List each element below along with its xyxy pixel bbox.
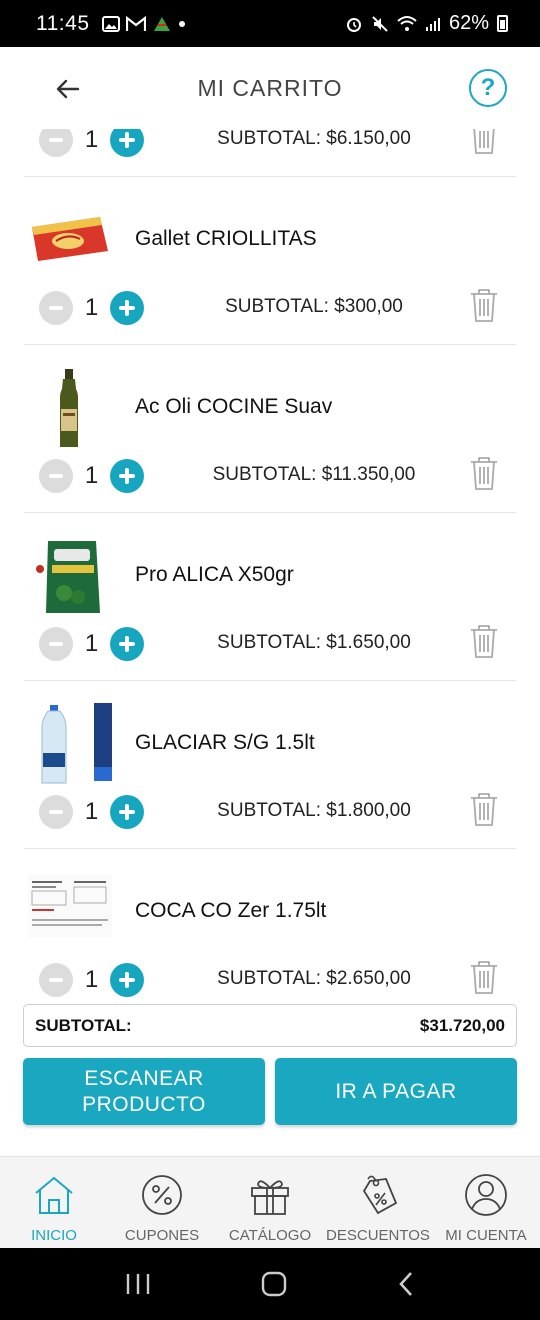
increase-button[interactable] (110, 963, 144, 997)
item-subtotal: SUBTOTAL: $1.650,00 (217, 632, 411, 653)
quantity-stepper: 1 (39, 795, 144, 829)
cart-list[interactable]: 1 SUBTOTAL: $6.150,00 Gallet CRIOLLITAS … (0, 129, 540, 1003)
increase-button[interactable] (110, 627, 144, 661)
go-to-pay-button[interactable]: IR A PAGAR (275, 1058, 517, 1125)
percent-icon (142, 1175, 182, 1215)
decrease-button[interactable] (39, 963, 73, 997)
wifi-icon (397, 15, 417, 31)
cart-item: COCA CO Zer 1.75lt 1 SUBTOTAL: $2.650,00 (24, 849, 516, 1003)
page-title: MI CARRITO (197, 74, 343, 101)
quantity-value: 1 (84, 462, 99, 489)
gift-icon (251, 1180, 289, 1215)
item-subtotal: SUBTOTAL: $2.650,00 (217, 968, 411, 989)
battery-icon (497, 15, 508, 32)
app-logo-icon (153, 16, 170, 31)
product-name: Ac Oli COCINE Suav (135, 395, 333, 418)
notification-icons (101, 15, 186, 33)
product-image (36, 541, 100, 613)
product-name: GLACIAR S/G 1.5lt (135, 731, 315, 754)
item-subtotal: SUBTOTAL: $6.150,00 (217, 129, 411, 149)
item-subtotal: SUBTOTAL: $300,00 (225, 296, 403, 317)
home-button-icon[interactable] (261, 1271, 287, 1297)
trash-icon[interactable] (469, 129, 499, 156)
system-icons: 62% (345, 12, 508, 35)
trash-icon[interactable] (469, 288, 499, 324)
product-image (32, 217, 108, 261)
status-bar: 11:45 62% (0, 0, 540, 47)
back-nav-icon[interactable] (397, 1271, 415, 1297)
product-image (60, 369, 78, 447)
item-subtotal: SUBTOTAL: $11.350,00 (212, 464, 416, 485)
quantity-value: 1 (84, 129, 99, 153)
decrease-button[interactable] (39, 627, 73, 661)
quantity-stepper: 1 (39, 129, 144, 157)
cart-item: 1 SUBTOTAL: $6.150,00 (24, 129, 516, 177)
user-icon (465, 1174, 507, 1216)
trash-icon[interactable] (469, 624, 499, 660)
action-buttons: ESCANEAR PRODUCTO IR A PAGAR (23, 1058, 517, 1125)
back-arrow-icon[interactable] (52, 73, 84, 105)
home-icon (35, 1176, 73, 1214)
trash-icon[interactable] (469, 960, 499, 996)
quantity-value: 1 (84, 966, 99, 993)
cart-subtotal-label: SUBTOTAL: (35, 1015, 132, 1035)
product-name: Gallet CRIOLLITAS (135, 227, 317, 250)
quantity-stepper: 1 (39, 291, 144, 325)
cart-subtotal: SUBTOTAL: $31.720,00 (23, 1004, 517, 1047)
trash-icon[interactable] (469, 792, 499, 828)
nav-label: DESCUENTOS (326, 1227, 430, 1244)
bottom-nav: INICIO CUPONES CATÁLOGO DESCUENTOS MI CU… (0, 1156, 540, 1248)
nav-cupones[interactable]: CUPONES (108, 1157, 216, 1248)
nav-catalogo[interactable]: CATÁLOGO (216, 1157, 324, 1248)
decrease-button[interactable] (39, 291, 73, 325)
cart-subtotal-value: $31.720,00 (419, 1015, 505, 1035)
system-nav-bar (0, 1248, 540, 1320)
battery-percent: 62% (448, 12, 489, 34)
nav-label: MI CUENTA (445, 1227, 527, 1244)
increase-button[interactable] (110, 291, 144, 325)
quantity-value: 1 (84, 294, 99, 321)
scan-product-button[interactable]: ESCANEAR PRODUCTO (23, 1058, 265, 1125)
nav-label: INICIO (31, 1227, 77, 1244)
cart-item: Pro ALICA X50gr 1 SUBTOTAL: $1.650,00 (24, 513, 516, 681)
trash-icon[interactable] (469, 456, 499, 492)
gallery-icon (101, 15, 120, 32)
dot-icon (178, 20, 185, 27)
screen: 11:45 62% MI CARRITO ? 1 SUBTOTAL: $6.15… (0, 0, 540, 1320)
quantity-value: 1 (84, 630, 99, 657)
decrease-button[interactable] (39, 129, 73, 157)
quantity-stepper: 1 (39, 963, 144, 997)
quantity-stepper: 1 (39, 627, 144, 661)
nav-descuentos[interactable]: DESCUENTOS (324, 1157, 432, 1248)
quantity-value: 1 (84, 798, 99, 825)
nav-label: CUPONES (124, 1227, 200, 1244)
cart-item: Ac Oli COCINE Suav 1 SUBTOTAL: $11.350,0… (24, 345, 516, 513)
product-name: COCA CO Zer 1.75lt (135, 899, 327, 922)
help-button[interactable]: ? (469, 69, 507, 107)
status-time: 11:45 (36, 11, 90, 35)
increase-button[interactable] (110, 795, 144, 829)
increase-button[interactable] (110, 129, 144, 157)
tag-icon (362, 1175, 398, 1215)
product-name: Pro ALICA X50gr (135, 563, 294, 586)
signal-icon (425, 17, 440, 31)
app-header: MI CARRITO ? (0, 47, 540, 129)
nav-label: CATÁLOGO (228, 1227, 312, 1244)
decrease-button[interactable] (39, 795, 73, 829)
nav-inicio[interactable]: INICIO (0, 1157, 108, 1248)
decrease-button[interactable] (39, 459, 73, 493)
cart-item: Gallet CRIOLLITAS 1 SUBTOTAL: $300,00 (24, 177, 516, 345)
product-image (28, 875, 112, 937)
increase-button[interactable] (110, 459, 144, 493)
gmail-icon (125, 15, 146, 31)
cart-item: GLACIAR S/G 1.5lt 1 SUBTOTAL: $1.800,00 (24, 681, 516, 849)
quantity-stepper: 1 (39, 459, 144, 493)
alarm-icon (346, 17, 361, 32)
mute-icon (372, 15, 388, 32)
product-image (41, 703, 112, 784)
nav-mi-cuenta[interactable]: MI CUENTA (432, 1157, 540, 1248)
recent-apps-icon[interactable] (125, 1273, 151, 1295)
item-subtotal: SUBTOTAL: $1.800,00 (217, 800, 411, 821)
